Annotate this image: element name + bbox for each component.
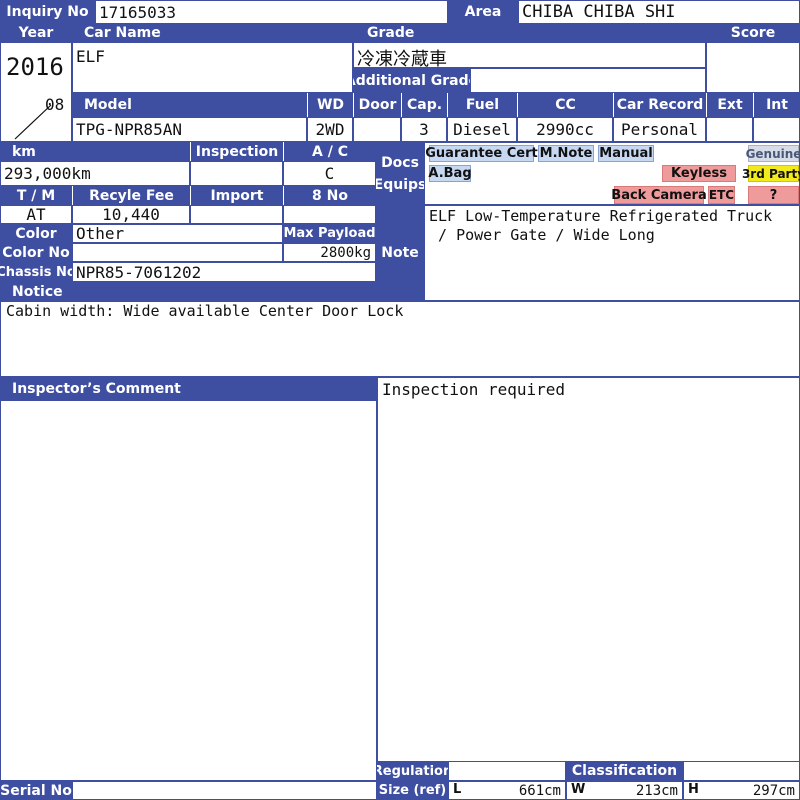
year-cell: 2016 08 — [0, 42, 72, 142]
color-no-label: Color No — [0, 243, 72, 262]
door-value — [353, 117, 401, 142]
size-h-label: H — [688, 782, 699, 797]
score-label: Score — [706, 24, 800, 42]
ac-value: C — [283, 161, 376, 186]
model-value: TPG-NPR85AN — [72, 117, 307, 142]
wd-label: WD — [307, 93, 353, 117]
ac-label: A / C — [283, 142, 376, 161]
8no-label: 8 No — [283, 186, 376, 205]
m-note-tag: M.Note — [538, 145, 594, 162]
km-label: km — [0, 142, 190, 161]
import-value — [190, 205, 283, 224]
inquiry-no-label: Inquiry No — [0, 0, 95, 24]
inspector-comment-label: Inspector’s Comment — [0, 377, 377, 400]
airbag-tag: A.Bag — [428, 165, 472, 182]
size-h-cell: H 297cm — [683, 781, 800, 800]
guarantee-cert-tag: Guarantee Cert — [425, 145, 538, 162]
area-label: Area — [448, 0, 518, 24]
equips-label: Equips — [376, 176, 424, 193]
wd-value: 2WD — [307, 117, 353, 142]
notice-value: Cabin width: Wide available Center Door … — [0, 301, 800, 377]
classification-value — [683, 761, 800, 781]
size-h-value: 297cm — [752, 783, 795, 799]
size-l-value: 661cm — [518, 783, 561, 799]
etc-tag: ETC — [708, 186, 735, 204]
cc-value: 2990cc — [517, 117, 613, 142]
serial-no-value — [72, 781, 377, 800]
back-camera-tag: Back Camera — [611, 186, 707, 204]
color-value: Other — [72, 224, 283, 243]
chassis-no-label: Chassis No — [0, 262, 72, 282]
area-value: CHIBA CHIBA SHI — [518, 0, 800, 24]
grade-value: 冷凍冷蔵車 — [353, 42, 706, 68]
size-ref-label: Size (ref) — [377, 781, 448, 800]
score-value — [706, 42, 800, 93]
regulation-value — [448, 761, 566, 781]
classification-label: Classification — [566, 761, 683, 781]
notice-label: Notice — [0, 282, 376, 301]
car-record-label: Car Record — [613, 93, 706, 117]
8no-value — [283, 205, 376, 224]
car-record-value: Personal — [613, 117, 706, 142]
import-label: Import — [190, 186, 283, 205]
year-label: Year — [0, 24, 72, 42]
note-value: ELF Low-Temperature Refrigerated Truck /… — [424, 205, 800, 301]
inspector-comment-left — [0, 400, 377, 781]
ext-label: Ext — [706, 93, 753, 117]
unknown-tag: ? — [748, 186, 799, 204]
int-value — [753, 117, 800, 142]
keyless-tag: Keyless — [662, 165, 736, 182]
car-name-label: Car Name — [72, 24, 353, 42]
fuel-value: Diesel — [447, 117, 517, 142]
recycle-fee-value: 10,440 — [72, 205, 190, 224]
auction-sheet: Inquiry No 17165033 Area CHIBA CHIBA SHI… — [0, 0, 800, 800]
inspector-comment-value: Inspection required — [377, 377, 800, 781]
chassis-no-value: NPR85-7061202 — [72, 262, 376, 282]
inquiry-no-value: 17165033 — [95, 0, 448, 24]
color-no-value — [72, 243, 283, 262]
tm-label: T / M — [0, 186, 72, 205]
cc-label: CC — [517, 93, 613, 117]
inspection-value — [190, 161, 283, 186]
docs-equips-label: Docs Equips — [376, 142, 424, 205]
note-label: Note — [376, 205, 424, 301]
serial-no-label: Serial No — [0, 781, 72, 800]
cap-label: Cap. — [401, 93, 447, 117]
size-l-cell: L 661cm — [448, 781, 566, 800]
third-party-tag: 3rd Party — [741, 165, 800, 182]
year-value: 2016 — [6, 53, 64, 81]
door-label: Door — [353, 93, 401, 117]
recycle-fee-label: Recyle Fee — [72, 186, 190, 205]
manual-tag: Manual — [598, 145, 654, 162]
docs-label: Docs — [381, 154, 419, 171]
int-label: Int — [753, 93, 800, 117]
size-w-label: W — [571, 782, 586, 797]
fuel-label: Fuel — [447, 93, 517, 117]
color-label: Color — [0, 224, 72, 243]
max-payload-value: 2800kg — [283, 243, 376, 262]
additional-grade-label: Additional Grade — [353, 68, 470, 93]
grade-label: Grade — [353, 24, 706, 42]
size-w-cell: W 213cm — [566, 781, 683, 800]
genuine-tag: Genuine — [745, 145, 800, 162]
km-value: 293,000km — [0, 161, 190, 186]
additional-grade-value — [470, 68, 706, 93]
size-w-value: 213cm — [635, 783, 678, 799]
regulation-label: Regulation — [377, 761, 448, 781]
cap-value: 3 — [401, 117, 447, 142]
car-name-value: ELF — [72, 42, 353, 93]
size-l-label: L — [453, 782, 462, 797]
max-payload-label: Max Payload — [283, 224, 376, 243]
ext-value — [706, 117, 753, 142]
tm-value: AT — [0, 205, 72, 224]
model-label: Model — [72, 93, 307, 117]
inspection-label: Inspection — [190, 142, 283, 161]
month-value: 08 — [45, 95, 65, 114]
